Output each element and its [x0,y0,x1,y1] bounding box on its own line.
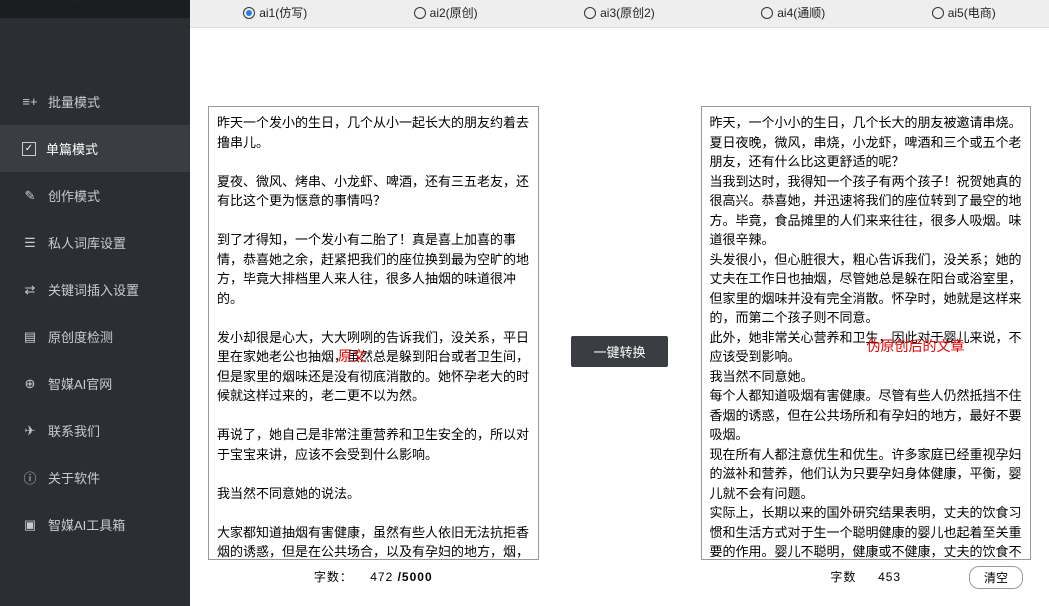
ai-radio-5[interactable]: ai5(电商) [932,4,996,21]
info-icon: ⓘ [22,470,38,486]
sidebar-header: ✦ 个人中心 [0,0,190,18]
ai-radio-2[interactable]: ai2(原创) [414,4,478,21]
sidebar-item-contact[interactable]: ✈ 联系我们 [0,407,190,454]
sidebar-item-label: 智媒AI官网 [48,374,112,393]
count-value: 453 [878,570,901,584]
sidebar-item-about[interactable]: ⓘ 关于软件 [0,454,190,501]
radio-icon [243,7,255,19]
sidebar-item-label: 私人词库设置 [48,233,126,252]
batch-icon: ≡+ [22,94,38,110]
radio-label: ai2(原创) [430,4,478,21]
sidebar-item-label: 创作模式 [48,186,100,205]
count-sep: / [393,570,402,584]
radio-label: ai5(电商) [948,4,996,21]
sidebar-items: ≡+ 批量模式 ✓ 单篇模式 ✎ 创作模式 ☰ 私人词库设置 ⇄ 关键词插入设置… [0,18,190,548]
radio-icon [932,7,944,19]
toolbox-icon: ▣ [22,517,38,533]
count-label: 字数： [314,570,353,584]
send-icon: ✈ [22,423,38,439]
source-textarea[interactable] [208,106,539,560]
edit-icon: ✎ [22,188,38,204]
sidebar-item-batch[interactable]: ≡+ 批量模式 [0,78,190,125]
sidebar-item-label: 原创度检测 [48,327,113,346]
radio-label: ai4(通顺) [777,4,825,21]
char-count: 字数 453 [830,568,901,585]
middle: 一键转换 [555,106,685,596]
count-current: 472 [370,570,393,584]
sidebar-item-label: 关键词插入设置 [48,280,139,299]
sidebar-item-check[interactable]: ▤ 原创度检测 [0,313,190,360]
checkbox-icon: ✓ [22,142,36,156]
sidebar-item-label: 联系我们 [48,421,100,440]
radio-icon [584,7,596,19]
left-pane: 原文 字数： 472 /5000 [208,106,539,596]
main: ai1(仿写) ai2(原创) ai3(原创2) ai4(通顺) ai5(电商)… [190,0,1049,606]
sidebar: ✦ 个人中心 ≡+ 批量模式 ✓ 单篇模式 ✎ 创作模式 ☰ 私人词库设置 ⇄ … [0,0,190,606]
sidebar-item-web[interactable]: ⊕ 智媒AI官网 [0,360,190,407]
content: 原文 字数： 472 /5000 一键转换 伪原创后的文章 字数 453 清空 [190,28,1049,606]
dict-icon: ☰ [22,235,38,251]
sidebar-item-single[interactable]: ✓ 单篇模式 [0,125,190,172]
globe-icon: ⊕ [22,376,38,392]
left-footer: 字数： 472 /5000 [208,560,539,585]
sidebar-item-label: 批量模式 [48,92,100,111]
result-textarea[interactable] [701,106,1032,560]
convert-button[interactable]: 一键转换 [571,336,667,367]
ai-mode-radios: ai1(仿写) ai2(原创) ai3(原创2) ai4(通顺) ai5(电商) [190,0,1049,28]
sidebar-item-create[interactable]: ✎ 创作模式 [0,172,190,219]
keyword-icon: ⇄ [22,282,38,298]
sidebar-item-toolbox[interactable]: ▣ 智媒AI工具箱 [0,501,190,548]
radio-label: ai1(仿写) [259,4,307,21]
chart-icon: ▤ [22,329,38,345]
sidebar-item-label: 智媒AI工具箱 [48,515,125,534]
count-label: 字数 [830,570,856,584]
radio-icon [761,7,773,19]
radio-label: ai3(原创2) [600,4,655,21]
sidebar-item-label: 单篇模式 [46,139,98,158]
ai-radio-4[interactable]: ai4(通顺) [761,4,825,21]
ai-radio-1[interactable]: ai1(仿写) [243,4,307,21]
ai-radio-3[interactable]: ai3(原创2) [584,4,655,21]
sidebar-item-dict[interactable]: ☰ 私人词库设置 [0,219,190,266]
char-count: 字数： 472 /5000 [314,568,433,585]
clear-button[interactable]: 清空 [969,566,1023,589]
right-footer: 字数 453 清空 [701,560,1032,585]
radio-icon [414,7,426,19]
sidebar-item-keyword[interactable]: ⇄ 关键词插入设置 [0,266,190,313]
count-max: 5000 [402,570,433,584]
right-pane: 伪原创后的文章 字数 453 清空 [701,106,1032,596]
sidebar-item-label: 关于软件 [48,468,100,487]
